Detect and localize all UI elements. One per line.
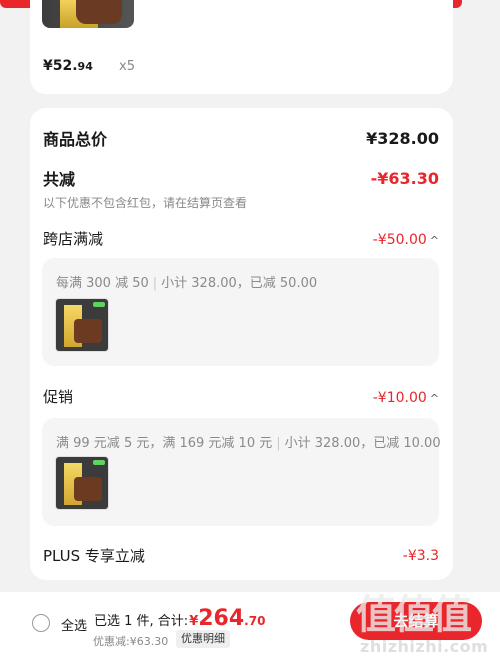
plus-label: PLUS 专享立减 [43,547,145,565]
promotion-detail: 满 99 元减 5 元，满 169 元减 10 元 | 小计 328.00，已减 1… [42,418,441,526]
total-price: ¥264.70 [189,606,266,631]
discount-detail-button[interactable]: 优惠明细 [176,630,230,648]
product-thumbnail[interactable] [42,0,134,28]
cross-store-label: 跨店满减 [43,230,104,248]
total-discount-value: -¥63.30 [370,168,439,188]
cross-store-value: -¥50.00 [372,232,427,248]
selection-summary: 已选 1 件, 合计: ¥264.70 [94,606,265,631]
promotion-row[interactable]: 促销 -¥10.00 ^ [43,386,439,407]
checkout-bar: 全选 已选 1 件, 合计: ¥264.70 优惠减:¥63.30 优惠明细 去… [0,592,500,666]
promotion-value-group[interactable]: -¥10.00 ^ [373,387,439,406]
cross-store-detail: 每满 300 减 50 | 小计 328.00，已减 50.00 [42,258,439,366]
discount-note: 以下优惠不包含红包，请在结算页查看 [43,196,248,210]
order-summary-page: ¥52.94 x5 商品总价 ¥328.00 共减 -¥63.30 以下优惠不包… [0,0,500,666]
discount-summary: 优惠减:¥63.30 [93,635,169,648]
goods-total-value: ¥328.00 [366,128,439,148]
checkout-button[interactable]: 去结算 [350,602,482,640]
goods-total-label: 商品总价 [43,130,108,149]
total-discount-label: 共减 [43,170,76,189]
product-price: ¥52.94 [43,58,93,74]
product-quantity: x5 [119,59,135,74]
goods-total-row: 商品总价 ¥328.00 [43,126,439,150]
total-discount-row: 共减 -¥63.30 [43,166,439,190]
product-card: ¥52.94 x5 [30,0,453,94]
chevron-up-icon[interactable]: ^ [430,234,439,247]
select-all-label[interactable]: 全选 [61,615,87,634]
cross-store-detail-text: 每满 300 减 50 | 小计 328.00，已减 50.00 [56,276,318,291]
promotion-value: -¥10.00 [372,390,427,406]
selected-count-text: 已选 1 件, 合计: [94,614,189,629]
plus-value: -¥3.3 [402,547,439,564]
product-thumbnail[interactable] [55,456,109,510]
promotion-label: 促销 [43,388,74,406]
select-all-radio[interactable] [32,614,50,632]
cross-store-value-group[interactable]: -¥50.00 ^ [373,229,439,248]
cross-store-row[interactable]: 跨店满减 -¥50.00 ^ [43,228,439,249]
plus-discount-row: PLUS 专享立减 -¥3.3 [43,545,439,566]
price-breakdown-card: 商品总价 ¥328.00 共减 -¥63.30 以下优惠不包含红包，请在结算页查… [30,108,453,580]
promotion-detail-text: 满 99 元减 5 元，满 169 元减 10 元 | 小计 328.00，已减 1… [56,436,441,451]
product-thumbnail[interactable] [55,298,109,352]
chevron-up-icon[interactable]: ^ [430,392,439,405]
